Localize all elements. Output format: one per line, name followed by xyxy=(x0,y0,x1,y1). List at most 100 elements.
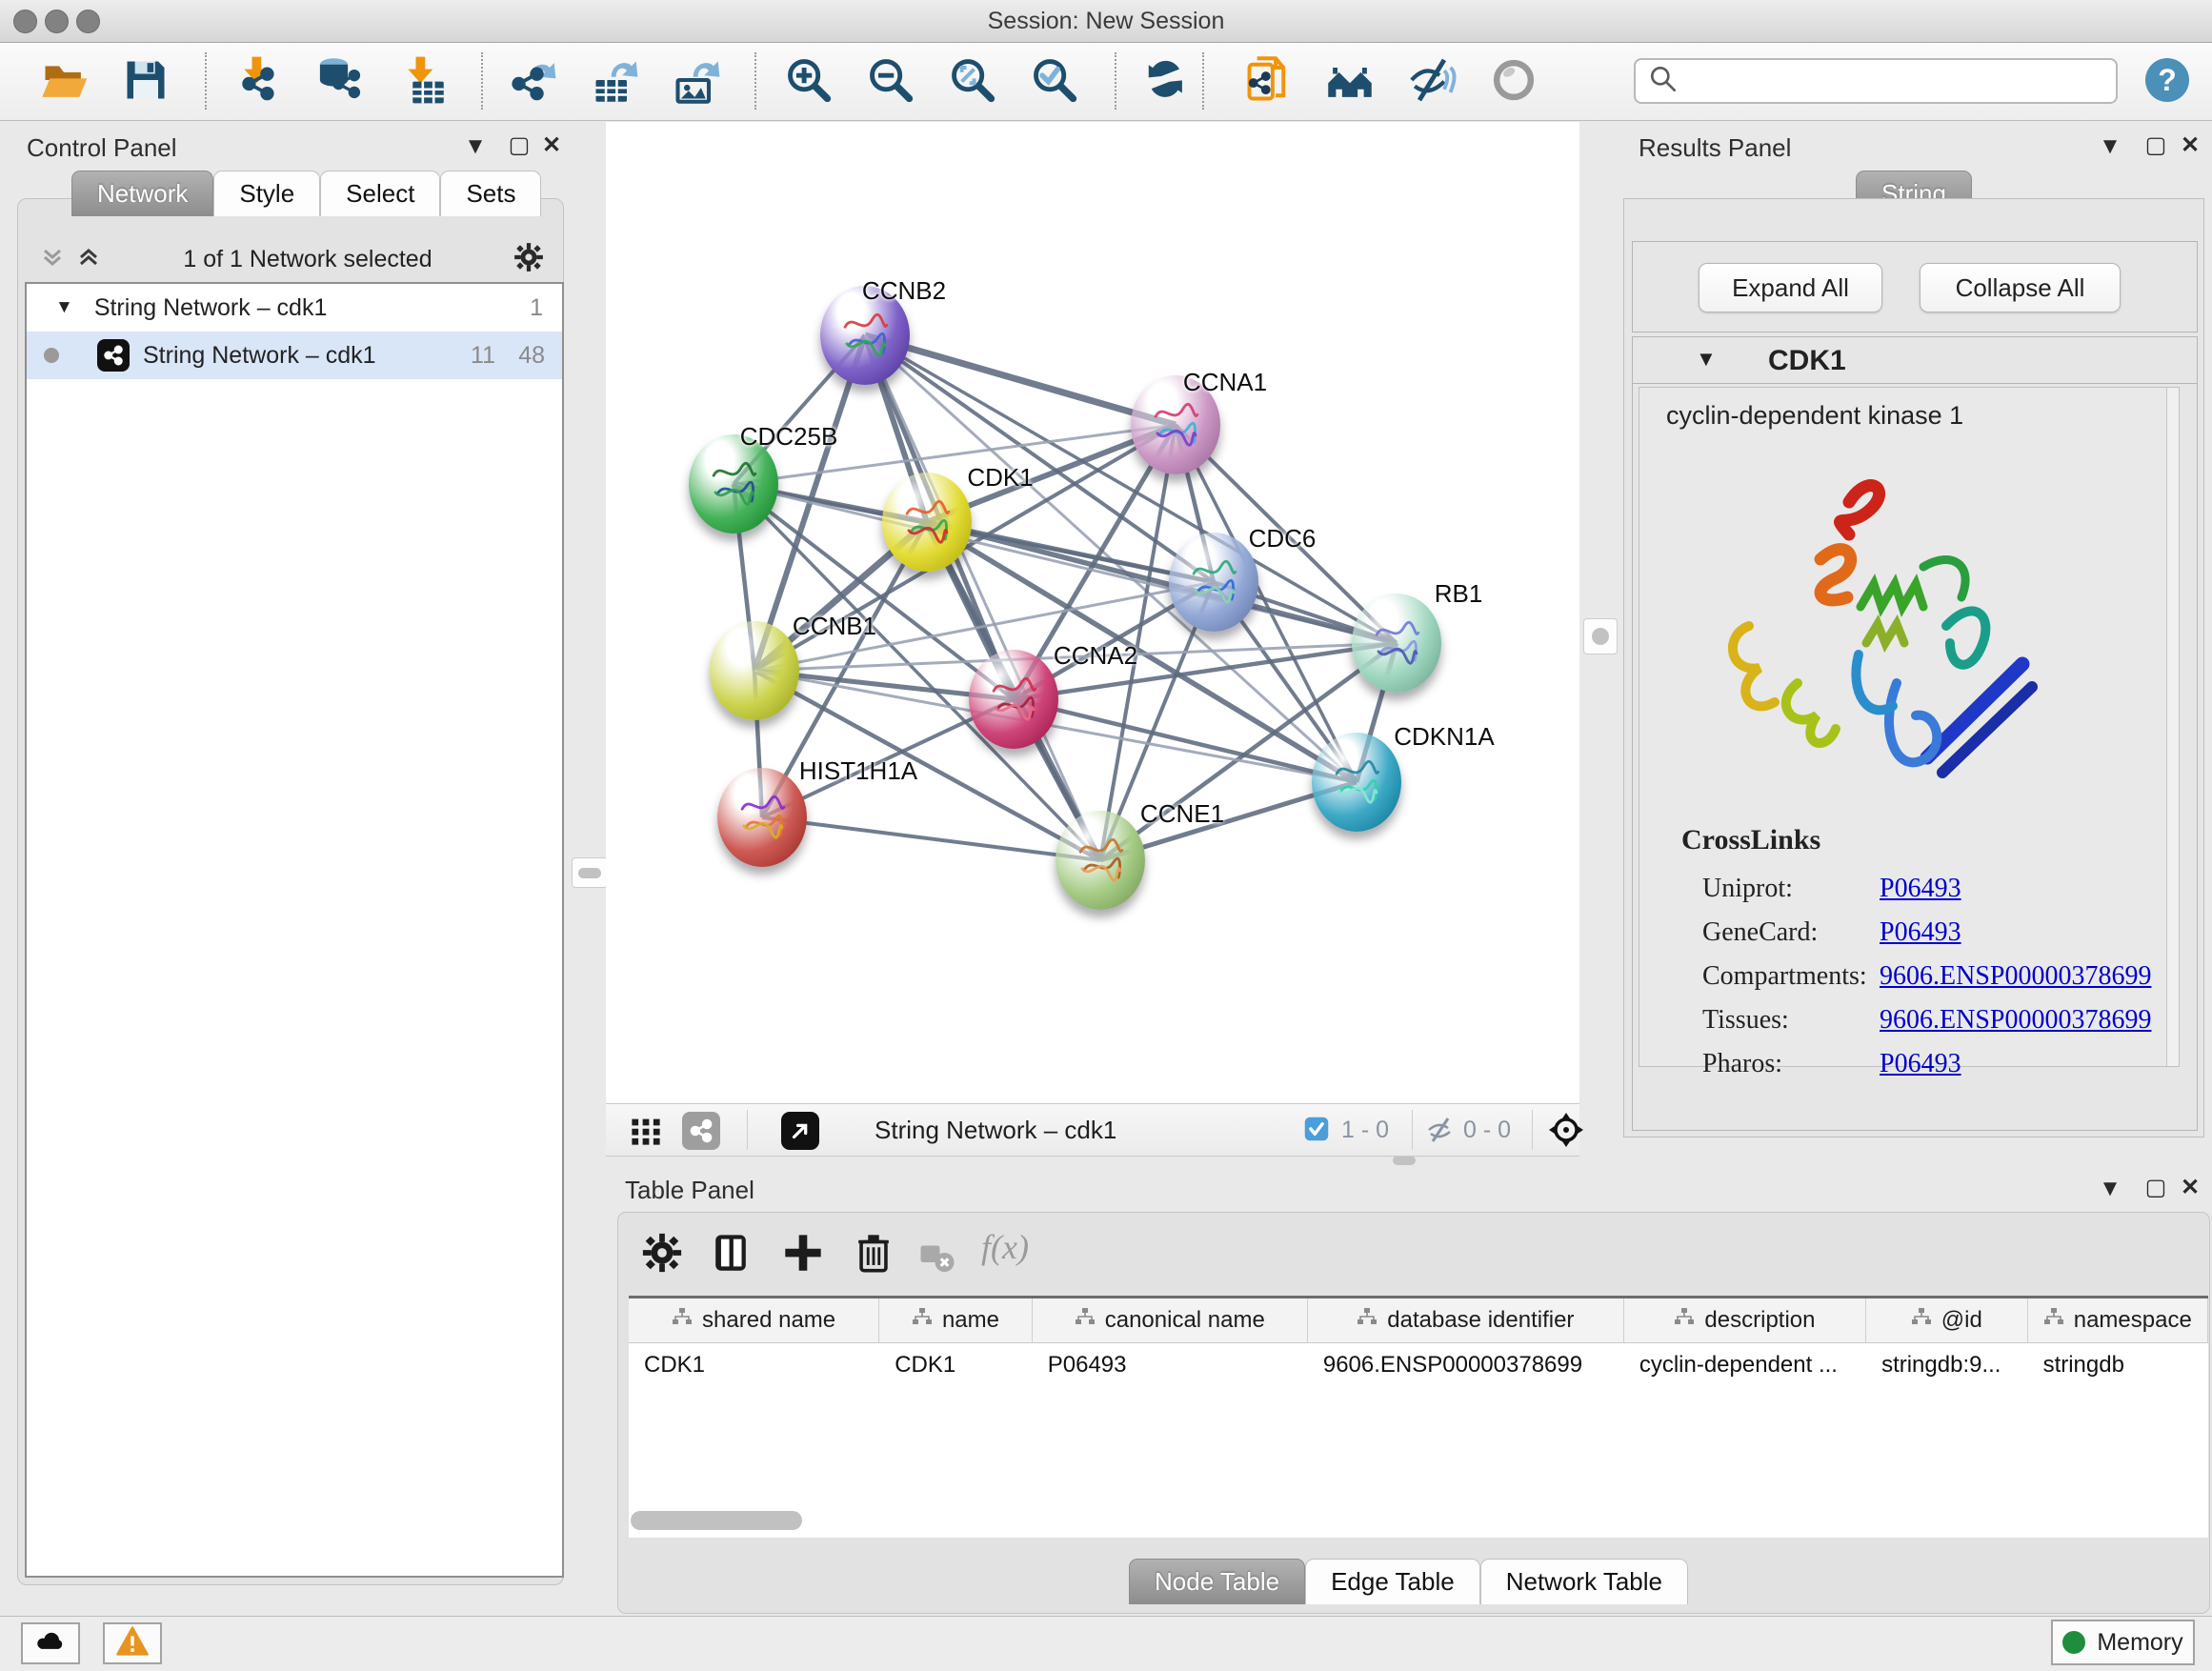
warnings-button[interactable] xyxy=(103,1622,162,1664)
show-lens-button[interactable] xyxy=(1484,54,1543,110)
network-tree-row[interactable]: String Network – cdk1 11 48 xyxy=(27,332,562,379)
search-input[interactable] xyxy=(1679,67,2116,95)
search-field[interactable] xyxy=(1634,58,2118,104)
import-network-button[interactable] xyxy=(229,54,288,110)
control-panel-collapse-icon[interactable]: ▼ xyxy=(459,133,492,160)
detach-view-icon[interactable] xyxy=(781,1112,819,1150)
open-file-button[interactable] xyxy=(34,54,93,110)
network-edge[interactable] xyxy=(762,817,1100,860)
tab-select[interactable]: Select xyxy=(320,171,440,216)
protein-node-CCNE1[interactable] xyxy=(1056,811,1145,910)
zoom-selected-icon xyxy=(1030,55,1079,110)
results-scrollbar[interactable] xyxy=(2166,388,2179,1066)
zoom-in-button[interactable] xyxy=(779,54,838,110)
crosslink-value-link[interactable]: 9606.ENSP00000378699 xyxy=(1880,961,2151,992)
memory-button[interactable]: Memory xyxy=(2051,1620,2195,1665)
expand-all-button[interactable]: Expand All xyxy=(1699,263,1882,312)
search-icon xyxy=(1647,63,1679,100)
crosslink-value-link[interactable]: P06493 xyxy=(1880,874,1961,904)
tab-edge-table[interactable]: Edge Table xyxy=(1305,1559,1480,1604)
protein-node-RB1[interactable] xyxy=(1352,594,1441,693)
column-header-description[interactable]: description xyxy=(1624,1299,1866,1342)
toolbar-group xyxy=(229,54,452,110)
tab-network[interactable]: Network xyxy=(71,171,213,216)
toolbar-group xyxy=(1136,54,1195,110)
bottom-splitter-handle[interactable] xyxy=(1393,1156,1416,1165)
string-document-button[interactable] xyxy=(1238,54,1297,110)
crosslink-label: Uniprot: xyxy=(1702,874,1793,904)
control-panel-float-icon[interactable]: ▢ xyxy=(503,131,535,159)
refresh-layout-button[interactable] xyxy=(1136,54,1195,110)
right-splitter-handle[interactable] xyxy=(1583,618,1618,654)
protein-node-CDK1[interactable] xyxy=(882,473,972,572)
save-session-button[interactable] xyxy=(116,54,175,110)
import-database-button[interactable] xyxy=(311,54,370,110)
network-tree: ▼ String Network – cdk1 1 String Network… xyxy=(25,282,564,1578)
tab-sets[interactable]: Sets xyxy=(440,171,541,216)
column-header-name[interactable]: name xyxy=(879,1299,1033,1342)
help-button[interactable]: ? xyxy=(2145,58,2189,102)
protein-node-CCNB1[interactable] xyxy=(710,621,799,720)
results-panel-close-icon[interactable]: ✕ xyxy=(2174,131,2206,159)
grid-view-icon[interactable] xyxy=(629,1114,663,1153)
cloud-button[interactable] xyxy=(21,1622,80,1664)
network-options-gear-icon[interactable] xyxy=(513,241,545,278)
network-canvas[interactable]: CCNB2CCNA1CDC25BCDK1CDC6RB1CCNB1CCNA2HIS… xyxy=(606,122,1579,1103)
tree-view-count: 1 xyxy=(530,294,543,322)
export-table-button[interactable] xyxy=(585,54,644,110)
table-row[interactable]: CDK1CDK1P064939606.ENSP00000378699cyclin… xyxy=(629,1343,2208,1385)
network-share-icon[interactable] xyxy=(682,1112,720,1150)
toolbar-separator xyxy=(1115,52,1116,110)
column-header-databaseidentifier[interactable]: database identifier xyxy=(1308,1299,1624,1342)
protein-node-CCNA2[interactable] xyxy=(969,650,1058,749)
node-table[interactable]: shared namenamecanonical namedatabase id… xyxy=(629,1296,2208,1538)
table-gear-icon[interactable] xyxy=(640,1231,684,1279)
network-tree-row[interactable]: ▼ String Network – cdk1 1 xyxy=(27,284,562,332)
hidden-eye-slash-icon[interactable] xyxy=(1425,1115,1456,1150)
tab-network-table[interactable]: Network Table xyxy=(1480,1559,1688,1604)
left-splitter-handle[interactable] xyxy=(572,857,608,888)
string-home-button[interactable] xyxy=(1320,54,1379,110)
crosslink-value-link[interactable]: P06493 xyxy=(1880,917,1961,948)
protein-collapse-icon[interactable]: ▼ xyxy=(1696,347,1717,372)
export-image-button[interactable] xyxy=(667,54,726,110)
protein-node-CDKN1A[interactable] xyxy=(1312,733,1401,832)
crosslink-value-link[interactable]: P06493 xyxy=(1880,1049,1961,1079)
zoom-out-button[interactable] xyxy=(861,54,920,110)
selected-checkbox-icon[interactable] xyxy=(1303,1116,1330,1147)
column-header-namespace[interactable]: namespace xyxy=(2028,1299,2208,1342)
control-panel-close-icon[interactable]: ✕ xyxy=(535,131,568,159)
column-header-id[interactable]: @id xyxy=(1866,1299,2027,1342)
table-panel-float-icon[interactable]: ▢ xyxy=(2140,1174,2172,1201)
node-label-CDKN1A: CDKN1A xyxy=(1394,722,1494,752)
tab-style[interactable]: Style xyxy=(213,171,320,216)
table-cell: P06493 xyxy=(1033,1343,1308,1385)
select-columns-icon[interactable] xyxy=(709,1231,753,1279)
collapse-all-networks-icon[interactable] xyxy=(38,243,67,276)
zoom-fit-button[interactable] xyxy=(943,54,1002,110)
table-h-scrollbar[interactable] xyxy=(631,1511,802,1530)
birdseye-crosshair-icon[interactable] xyxy=(1547,1111,1585,1154)
export-network-button[interactable] xyxy=(503,54,562,110)
table-panel-collapse-icon[interactable]: ▼ xyxy=(2094,1176,2126,1202)
results-panel-collapse-icon[interactable]: ▼ xyxy=(2094,133,2126,160)
table-panel-close-icon[interactable]: ✕ xyxy=(2174,1174,2206,1201)
expand-all-networks-icon[interactable] xyxy=(74,243,103,276)
crosslink-value-link[interactable]: 9606.ENSP00000378699 xyxy=(1880,1005,2151,1036)
column-header-sharedname[interactable]: shared name xyxy=(629,1299,879,1342)
network-edge[interactable] xyxy=(865,335,1176,425)
delete-table-icon[interactable] xyxy=(852,1231,895,1279)
hide-glass-button[interactable] xyxy=(1402,54,1461,110)
column-header-canonicalname[interactable]: canonical name xyxy=(1033,1299,1308,1342)
zoom-selected-button[interactable] xyxy=(1025,54,1084,110)
collapse-all-button[interactable]: Collapse All xyxy=(1920,263,2121,312)
network-edges xyxy=(606,122,1579,1103)
tree-expand-icon[interactable]: ▼ xyxy=(55,297,73,318)
column-header-label: namespace xyxy=(2074,1307,2192,1334)
protein-node-CDC6[interactable] xyxy=(1169,533,1258,632)
protein-node-HIST1H1A[interactable] xyxy=(717,768,807,867)
results-panel-float-icon[interactable]: ▢ xyxy=(2140,131,2172,159)
add-column-icon[interactable] xyxy=(781,1231,825,1279)
import-table-button[interactable] xyxy=(392,54,452,110)
tab-node-table[interactable]: Node Table xyxy=(1129,1559,1305,1604)
